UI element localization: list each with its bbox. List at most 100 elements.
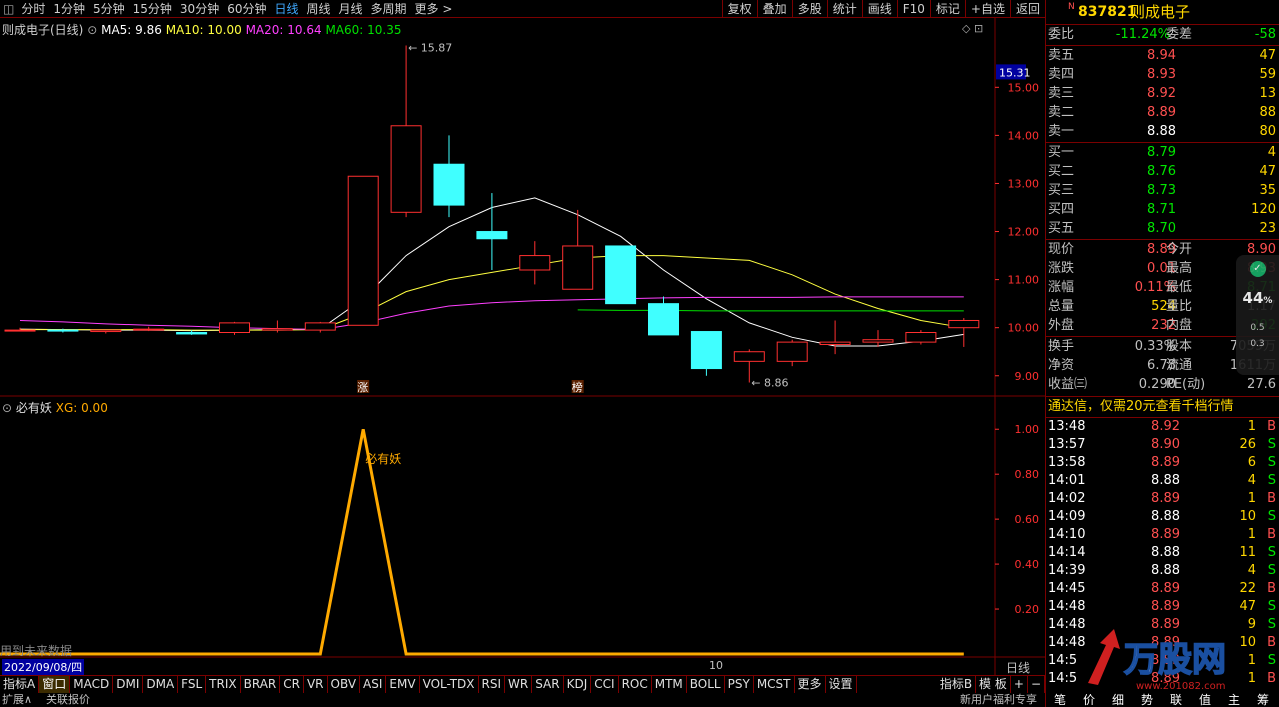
period-tab-2[interactable]: 5分钟 (89, 0, 129, 17)
tool-button-4[interactable]: 画线 (861, 0, 897, 18)
side-tab-0[interactable]: 笔 (1054, 693, 1066, 707)
right-tab-2[interactable]: + (1011, 676, 1028, 693)
indicator-tab-12[interactable]: EMV (386, 676, 420, 693)
candle-body (47, 329, 79, 332)
tick-side: S (1267, 509, 1276, 524)
sell-label: 卖二 (1048, 105, 1075, 120)
tick-side: S (1267, 455, 1276, 470)
tool-button-7[interactable]: +自选 (964, 0, 1010, 18)
right-tab-3[interactable]: − (1028, 676, 1045, 693)
promo-text[interactable]: 通达信，仅需20元查看千档行情 (1048, 397, 1234, 416)
indicator-tab-7[interactable]: BRAR (241, 676, 281, 693)
tick-volume: 4 (1247, 563, 1256, 578)
indicator-tab-23[interactable]: MCST (754, 676, 795, 693)
indicator-tab-6[interactable]: TRIX (206, 676, 241, 693)
tick-price: 8.89 (1151, 599, 1180, 614)
indicator-tab-9[interactable]: VR (304, 676, 328, 693)
indicator-tab-20[interactable]: MTM (652, 676, 687, 693)
tick-time: 14:48 (1048, 635, 1086, 650)
right-tab-1[interactable]: 模 板 (976, 676, 1011, 693)
right-tab-0[interactable]: 指标B (937, 676, 977, 693)
indicator-tab-11[interactable]: ASI (360, 676, 387, 693)
tick-row: 14:09 8.88 10 S (1046, 508, 1279, 526)
indicator-tab-8[interactable]: CR (280, 676, 304, 693)
tool-button-6[interactable]: 标记 (929, 0, 965, 18)
settings-diamond-icon[interactable]: ◇ ⊡ (962, 22, 983, 35)
side-tab-5[interactable]: 值 (1199, 693, 1211, 707)
period-tab-0[interactable]: 分时 (17, 0, 49, 17)
new-user-promo[interactable]: 新用户福利专享 (960, 693, 1037, 707)
indicator-tab-21[interactable]: BOLL (687, 676, 725, 693)
sell-level-2: 卖三 8.92 13 (1046, 84, 1279, 103)
tick-row: 14:48 8.89 10 B (1046, 634, 1279, 652)
indicator-tab-17[interactable]: KDJ (564, 676, 592, 693)
tick-side: B (1267, 635, 1276, 650)
period-tab-7[interactable]: 周线 (303, 0, 335, 17)
side-tab-6[interactable]: 主 (1228, 693, 1240, 707)
candle-body (690, 331, 722, 370)
tool-button-1[interactable]: 叠加 (756, 0, 792, 18)
tick-price: 8.89 (1151, 491, 1180, 506)
buy-level-3: 买四 8.71 120 (1046, 200, 1279, 219)
future-data-note: 用到未来数据 (0, 644, 73, 658)
tick-row: 14:48 8.89 9 S (1046, 616, 1279, 634)
side-tab-3[interactable]: 势 (1141, 693, 1153, 707)
tick-time: 14:39 (1048, 563, 1086, 578)
indicator-tab-19[interactable]: ROC (619, 676, 652, 693)
indicator-tab-13[interactable]: VOL-TDX (420, 676, 479, 693)
collapse-icon[interactable]: ⊙ (87, 23, 97, 37)
indicator-tab-10[interactable]: OBV (328, 676, 361, 693)
period-tab-8[interactable]: 月线 (335, 0, 367, 17)
stat-label: 涨跌 (1048, 261, 1075, 276)
indicator-collapse-icon[interactable]: ⊙ (2, 401, 12, 415)
tick-price: 8.89 (1151, 617, 1180, 632)
indicator-tab-22[interactable]: PSY (725, 676, 754, 693)
indicator-tab-15[interactable]: WR (505, 676, 533, 693)
window-menu-icon[interactable]: ◫ (0, 2, 17, 16)
expand-button[interactable]: 扩展∧ (2, 693, 32, 707)
stat2-label-2: 股本 (1166, 339, 1193, 354)
indicator-tab-1[interactable]: 窗口 (39, 676, 71, 693)
chart-canvas[interactable]: 9.00 10.00 11.00 12.00 13.00 14.00 15.00 15.31 ←… (0, 18, 1045, 675)
indicator-tab-0[interactable]: 指标A (0, 676, 40, 693)
tool-button-2[interactable]: 多股 (791, 0, 827, 18)
candle-body (133, 328, 165, 331)
period-tab-5[interactable]: 60分钟 (223, 0, 270, 17)
weicha-label: 委差 (1166, 27, 1193, 42)
indicator-tab-18[interactable]: CCI (591, 676, 619, 693)
tick-price: 8.89 (1151, 653, 1180, 668)
buy-price: 8.79 (1147, 145, 1176, 160)
ma-line-MA20 (19, 296, 964, 331)
tool-button-0[interactable]: 复权 (721, 0, 757, 18)
period-tab-4[interactable]: 30分钟 (176, 0, 223, 17)
side-tab-4[interactable]: 联 (1170, 693, 1182, 707)
tool-button-8[interactable]: 返回 (1009, 0, 1045, 18)
tick-time: 14:48 (1048, 599, 1086, 614)
tick-volume: 1 (1247, 653, 1256, 668)
indicator-tab-25[interactable]: 设置 (826, 676, 857, 693)
period-tab-1[interactable]: 1分钟 (49, 0, 89, 17)
side-tab-1[interactable]: 价 (1083, 693, 1095, 707)
side-tab-7[interactable]: 筹 (1257, 693, 1269, 707)
tick-volume: 4 (1247, 473, 1256, 488)
indicator-tab-24[interactable]: 更多 (795, 676, 826, 693)
tool-button-3[interactable]: 统计 (826, 0, 862, 18)
tick-row: 14:5 8.89 1 B (1046, 670, 1279, 688)
indicator-tab-16[interactable]: SAR (532, 676, 564, 693)
indicator-tab-2[interactable]: MACD (70, 676, 114, 693)
side-tab-2[interactable]: 细 (1112, 693, 1124, 707)
period-tab-9[interactable]: 多周期 (367, 0, 411, 17)
indicator-tab-3[interactable]: DMI (113, 676, 144, 693)
tick-price: 8.89 (1151, 455, 1180, 470)
tick-time: 13:58 (1048, 455, 1086, 470)
indicator-tab-14[interactable]: RSI (479, 676, 506, 693)
speed-widget[interactable]: ✓ 44% 0.5 0.3 (1236, 255, 1279, 375)
period-tab-3[interactable]: 15分钟 (129, 0, 176, 17)
ind-y-tick-label: 0.20 (1015, 603, 1040, 616)
period-tab-10[interactable]: 更多 > (411, 0, 457, 17)
indicator-tab-5[interactable]: FSL (178, 676, 207, 693)
tool-button-5[interactable]: F10 (896, 0, 930, 18)
indicator-tab-4[interactable]: DMA (143, 676, 179, 693)
related-quote-button[interactable]: 关联报价 (46, 693, 90, 707)
period-tab-6[interactable]: 日线 (270, 0, 302, 17)
